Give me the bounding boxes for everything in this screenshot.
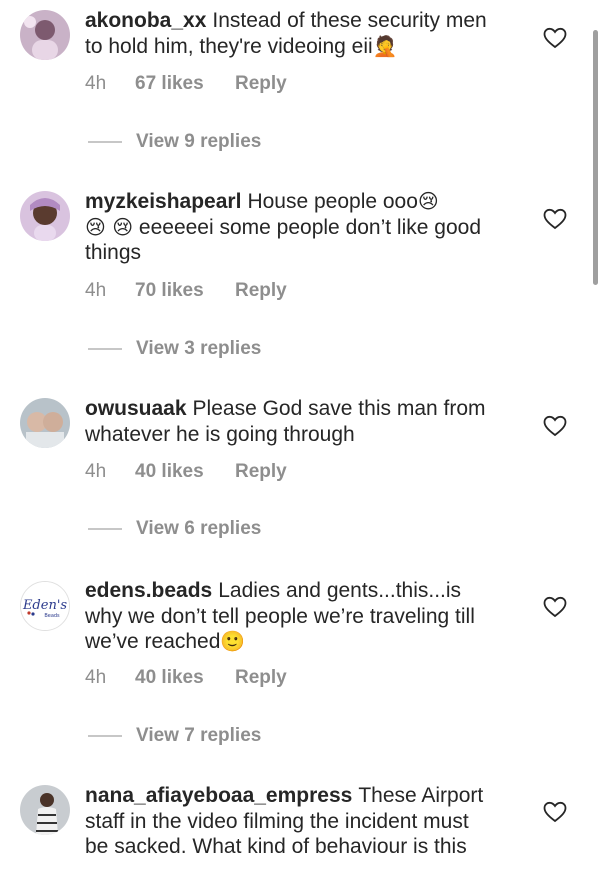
reply-button[interactable]: Reply [235, 461, 287, 483]
view-replies-label: View 7 replies [136, 725, 262, 746]
avatar[interactable]: Eden's Beads [20, 581, 70, 631]
avatar[interactable] [20, 398, 70, 448]
view-replies-button[interactable]: View 7 replies [88, 725, 261, 747]
comment-item: owusuaak Please God save this man from wh… [0, 393, 600, 513]
comment-item: Eden's Beads edens.beads Ladies and gents… [0, 573, 600, 693]
comment-time: 4h [85, 73, 107, 94]
username[interactable]: myzkeishapearl [85, 190, 241, 213]
comment-meta: 4h 40 likes Reply [85, 667, 287, 689]
avatar[interactable] [20, 191, 70, 241]
logo-subtext: Beads [44, 613, 60, 619]
view-replies-label: View 9 replies [136, 131, 262, 152]
view-replies-label: View 3 replies [136, 338, 262, 359]
heart-icon[interactable] [543, 596, 567, 618]
view-replies-button[interactable]: View 6 replies [88, 518, 261, 540]
comment-time: 4h [85, 280, 107, 301]
username[interactable]: akonoba_xx [85, 9, 206, 32]
comment-body: House people ooo [247, 190, 418, 213]
reply-button[interactable]: Reply [235, 667, 287, 689]
comment-text: myzkeishapearl House people ooo😢 😢 😢 eeee… [85, 189, 495, 266]
crying-emoji-icon: 😢 😢 [85, 214, 134, 239]
edens-beads-logo: Eden's Beads [21, 582, 69, 630]
comment-time: 4h [85, 667, 107, 688]
comment-item: myzkeishapearl House people ooo😢 😢 😢 eeee… [0, 186, 600, 306]
username[interactable]: owusuaak [85, 397, 187, 420]
comment-text: edens.beads Ladies and gents...this...is … [85, 578, 495, 655]
avatar[interactable] [20, 10, 70, 60]
comment-meta: 4h 67 likes Reply [85, 73, 287, 95]
likes-count[interactable]: 67 likes [135, 73, 235, 95]
heart-icon[interactable] [543, 27, 567, 49]
comment-item: akonoba_xx Instead of these security men … [0, 0, 600, 120]
heart-icon[interactable] [543, 415, 567, 437]
view-replies-button[interactable]: View 3 replies [88, 338, 261, 360]
comment-text: nana_afiayeboaa_empress These Airport sta… [85, 783, 495, 860]
reply-button[interactable]: Reply [235, 73, 287, 95]
likes-count[interactable]: 70 likes [135, 280, 235, 302]
smiling-emoji-icon: 🙂 [220, 629, 246, 653]
likes-count[interactable]: 40 likes [135, 667, 235, 689]
comment-body-continued: eeeeeei some people don’t like good thin… [85, 215, 481, 265]
divider [88, 141, 122, 143]
divider [88, 348, 122, 350]
avatar[interactable] [20, 785, 70, 835]
reply-button[interactable]: Reply [235, 280, 287, 302]
divider [88, 735, 122, 737]
comment-meta: 4h 40 likes Reply [85, 461, 287, 483]
facepalm-emoji-icon: 🤦 [372, 33, 398, 58]
crying-emoji-icon: 😢 [417, 189, 439, 213]
likes-count[interactable]: 40 likes [135, 461, 235, 483]
heart-icon[interactable] [543, 801, 567, 823]
view-replies-label: View 6 replies [136, 518, 262, 539]
divider [88, 528, 122, 530]
heart-icon[interactable] [543, 208, 567, 230]
comment-time: 4h [85, 461, 107, 482]
comment-text: akonoba_xx Instead of these security men … [85, 8, 495, 59]
username[interactable]: nana_afiayeboaa_empress [85, 784, 352, 807]
username[interactable]: edens.beads [85, 579, 212, 602]
comment-text: owusuaak Please God save this man from wh… [85, 396, 495, 447]
comment-meta: 4h 70 likes Reply [85, 280, 287, 302]
comment-item: nana_afiayeboaa_empress These Airport sta… [0, 780, 600, 889]
view-replies-button[interactable]: View 9 replies [88, 131, 261, 153]
logo-text: Eden's [22, 598, 67, 613]
